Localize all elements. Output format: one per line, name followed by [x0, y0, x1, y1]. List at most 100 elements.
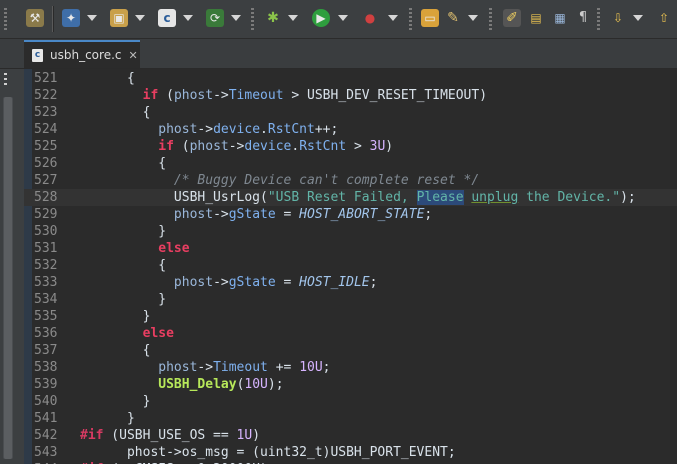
chevron-down-icon[interactable]: [388, 15, 398, 21]
main-toolbar: ⚒ ✦ ▣ c ⟳ ✱ ▶ ● ▭ ✎ ✐ ▤ ▦ ¶ ⇩ ⇧: [0, 0, 677, 39]
tab-usbh-core[interactable]: c usbh_core.c ✕: [24, 40, 140, 68]
code-token: phost: [158, 122, 198, 137]
chevron-down-icon[interactable]: [633, 15, 643, 21]
toggle-highlight-icon[interactable]: ▤: [527, 9, 545, 27]
code-token: );: [620, 190, 636, 205]
code-text: }: [80, 308, 151, 325]
code-text: #if (USBH_USE_OS == 1U): [80, 427, 260, 444]
code-line[interactable]: 535 }: [24, 308, 677, 325]
code-editor[interactable]: 521 {522 if (phost->Timeout > USBH_DEV_R…: [24, 69, 677, 464]
new-c-file-icon[interactable]: c: [158, 9, 176, 27]
code-line[interactable]: 542 #if (USBH_USE_OS == 1U): [24, 427, 677, 444]
code-token: }: [80, 411, 135, 426]
panel-menu-icon[interactable]: [4, 73, 7, 87]
code-line[interactable]: 539 USBH_Delay(10U);: [24, 376, 677, 393]
scrollbar-thumb[interactable]: [4, 97, 12, 459]
chevron-down-icon[interactable]: [468, 15, 478, 21]
refresh-icon[interactable]: ⟳: [206, 9, 224, 27]
pencil-icon[interactable]: ✎: [444, 9, 462, 27]
code-line[interactable]: 540 }: [24, 393, 677, 410]
code-token: ;: [424, 207, 433, 222]
chevron-down-icon[interactable]: [338, 15, 348, 21]
code-line[interactable]: 537 {: [24, 342, 677, 359]
code-token: HOST_ABORT_STATE: [299, 207, 425, 222]
code-token: /* Buggy Device can't complete reset */: [173, 173, 480, 188]
chevron-down-icon[interactable]: [183, 15, 193, 21]
next-annotation-icon[interactable]: ⇩: [609, 9, 627, 27]
code-line[interactable]: 522 if (phost->Timeout > USBH_DEV_RESET_…: [24, 87, 677, 104]
line-number: 535: [34, 309, 58, 324]
code-token: USBH_UsrLog(: [80, 190, 268, 205]
code-line[interactable]: 521 {: [24, 70, 677, 87]
block-select-icon[interactable]: ▦: [551, 9, 569, 27]
code-token: RstCnt: [267, 122, 315, 137]
code-line[interactable]: 527 /* Buggy Device can't complete reset…: [24, 172, 677, 189]
code-text: if (phost->device.RstCnt > 3U): [80, 138, 393, 155]
code-token: );: [267, 377, 284, 392]
code-line[interactable]: 526 {: [24, 155, 677, 172]
code-text: phost->device.RstCnt++;: [80, 121, 338, 138]
code-token: (USBH_USE_OS ==: [103, 428, 237, 443]
code-token: ;: [322, 360, 331, 375]
code-line[interactable]: 528 USBH_UsrLog("USB Reset Failed, Pleas…: [24, 189, 677, 206]
code-line[interactable]: 524 phost->device.RstCnt++;: [24, 121, 677, 138]
chevron-down-icon[interactable]: [135, 15, 145, 21]
line-number: 536: [34, 326, 58, 341]
code-line[interactable]: 531 else: [24, 240, 677, 257]
line-number: 522: [34, 88, 58, 103]
code-text: {: [80, 342, 151, 359]
code-token: ->: [213, 207, 229, 222]
code-token: {: [80, 156, 167, 171]
code-line[interactable]: 523 {: [24, 104, 677, 121]
toolbar-separator: [52, 6, 54, 32]
code-token: {: [80, 105, 151, 120]
code-text: else: [80, 325, 174, 342]
code-token: }: [80, 309, 151, 324]
code-token: (: [173, 139, 190, 154]
build-icon[interactable]: ⚒: [26, 9, 44, 27]
code-line[interactable]: 536 else: [24, 325, 677, 342]
code-token: else: [158, 241, 190, 256]
code-line[interactable]: 538 phost->Timeout += 10U;: [24, 359, 677, 376]
side-scrollbar[interactable]: [3, 97, 13, 459]
code-token: {: [80, 71, 135, 86]
chevron-down-icon[interactable]: [87, 15, 97, 21]
code-token: }: [80, 394, 151, 409]
code-text: else: [80, 240, 190, 257]
close-icon[interactable]: ✕: [128, 49, 137, 62]
code-line[interactable]: 534 }: [24, 291, 677, 308]
previous-annotation-icon[interactable]: ⇧: [655, 9, 673, 27]
line-number: 531: [34, 241, 58, 256]
run-icon[interactable]: ▶: [312, 9, 330, 27]
chevron-down-icon[interactable]: [288, 15, 298, 21]
mark-occurrences-icon[interactable]: ✐: [503, 9, 521, 27]
code-token: Please: [416, 190, 464, 205]
show-whitespace-icon[interactable]: ¶: [574, 9, 592, 27]
code-line[interactable]: 529 phost->gState = HOST_ABORT_STATE;: [24, 206, 677, 223]
new-wizard-icon[interactable]: ✦: [62, 9, 80, 27]
code-token: ->: [228, 139, 245, 154]
code-line[interactable]: 541 }: [24, 410, 677, 427]
code-text: {: [80, 104, 151, 121]
line-number: 524: [34, 122, 58, 137]
code-line[interactable]: 525 if (phost->device.RstCnt > 3U): [24, 138, 677, 155]
chevron-down-icon[interactable]: [231, 15, 241, 21]
code-line[interactable]: 533 phost->gState = HOST_IDLE;: [24, 274, 677, 291]
code-token: {: [80, 258, 167, 273]
code-token: .: [260, 122, 268, 137]
toolbar-grip[interactable]: [4, 8, 7, 30]
open-element-icon[interactable]: ▣: [110, 9, 128, 27]
code-line[interactable]: 543 phost->os_msg = (uint32_t)USBH_PORT_…: [24, 444, 677, 461]
open-folder-icon[interactable]: ▭: [421, 9, 439, 27]
external-tool-icon[interactable]: ●: [361, 9, 379, 27]
tab-label: usbh_core.c: [50, 48, 122, 62]
code-line[interactable]: 532 {: [24, 257, 677, 274]
line-number: 538: [34, 360, 58, 375]
line-number: 529: [34, 207, 58, 222]
code-token: 1U: [236, 428, 253, 443]
debug-bug-icon[interactable]: ✱: [264, 9, 282, 27]
code-line[interactable]: 530 }: [24, 223, 677, 240]
